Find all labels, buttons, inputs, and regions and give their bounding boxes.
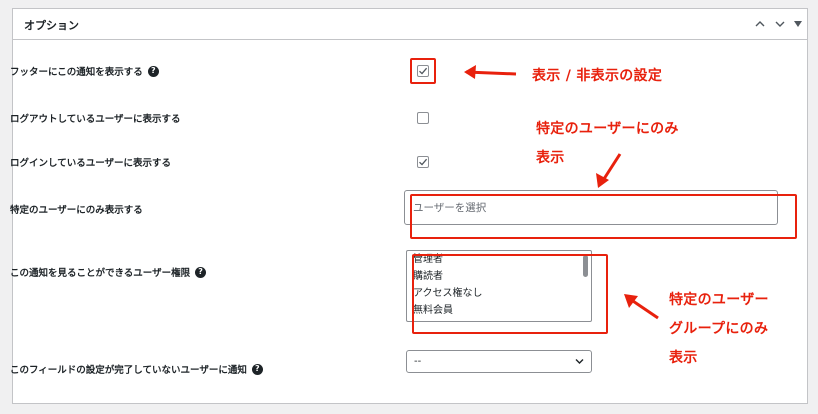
panel-title: オプション: [24, 19, 79, 32]
annotation-toggle-text: 表示 / 非表示の設定: [532, 68, 663, 84]
logged-in-checkbox[interactable]: [417, 156, 429, 168]
annotation-group-line2: グループにのみ: [669, 321, 769, 337]
logged-out-checkbox[interactable]: [417, 112, 429, 124]
logged-out-text: ログアウトしているユーザーに表示する: [10, 114, 181, 125]
chevron-up-icon[interactable]: [751, 15, 769, 33]
annotation-group-line3: 表示: [669, 350, 698, 366]
annotation-specific-line2: 表示: [536, 150, 565, 166]
help-icon[interactable]: ?: [195, 266, 207, 278]
triangle-toggle-icon[interactable]: [789, 15, 807, 33]
annotation-highlight-roles: [412, 254, 608, 334]
logged-in-text: ログインしているユーザーに表示する: [10, 158, 172, 169]
annotation-arrow-icon: [596, 153, 622, 188]
chevron-down-icon[interactable]: [771, 15, 789, 33]
incomplete-fields-select[interactable]: --: [406, 350, 592, 373]
annotation-highlight-checkbox: [410, 58, 436, 84]
footer-display-text: フッターにこの通知を表示する: [10, 67, 143, 78]
select-value: --: [414, 356, 422, 367]
specific-users-text: 特定のユーザーにのみ表示する: [10, 205, 143, 216]
footer-display-label: フッターにこの通知を表示する ?: [10, 64, 159, 78]
annotation-group-line1: 特定のユーザー: [669, 292, 769, 308]
logged-out-label: ログアウトしているユーザーに表示する: [10, 111, 181, 125]
roles-text: この通知を見ることができるユーザー権限: [10, 268, 191, 279]
help-icon[interactable]: ?: [147, 65, 159, 77]
annotation-specific-line1: 特定のユーザーにのみ: [536, 121, 679, 137]
incomplete-fields-text: このフィールドの設定が完了していないユーザーに通知: [10, 365, 247, 376]
panel-header: オプション: [13, 9, 807, 40]
incomplete-fields-label: このフィールドの設定が完了していないユーザーに通知 ?: [10, 362, 263, 376]
help-icon[interactable]: ?: [251, 363, 263, 375]
annotation-highlight-user-field: [410, 194, 797, 239]
specific-users-label: 特定のユーザーにのみ表示する: [10, 202, 143, 216]
chevron-down-icon: [575, 359, 584, 364]
annotation-arrow-icon: [624, 294, 659, 320]
logged-in-label: ログインしているユーザーに表示する: [10, 155, 171, 169]
annotation-arrow-icon: [464, 65, 517, 79]
roles-label: この通知を見ることができるユーザー権限 ?: [10, 265, 207, 279]
